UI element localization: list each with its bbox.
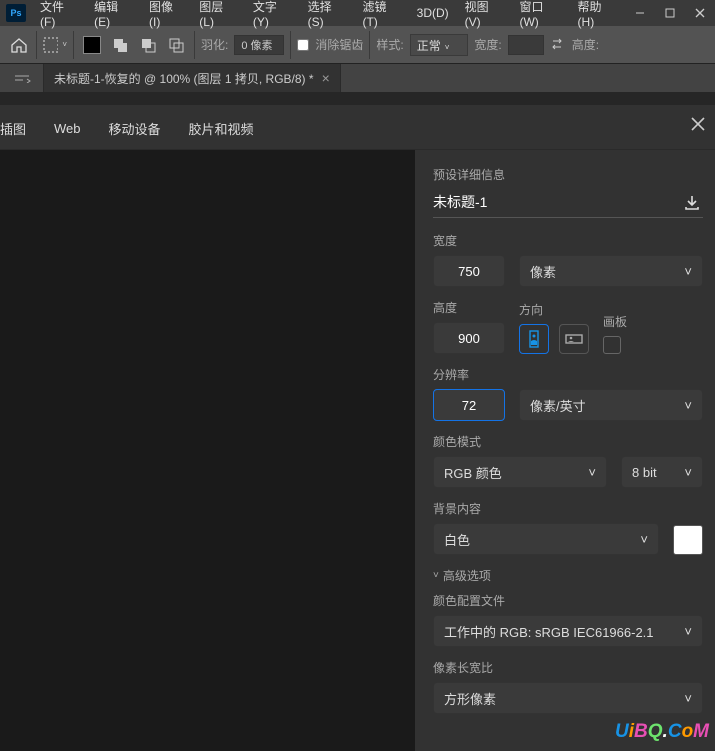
options-bar: ˅ 羽化: 消除锯齿 样式: 正常˅ 宽度: 高度: <box>0 26 715 64</box>
new-selection-icon[interactable] <box>80 33 104 57</box>
aspect-label: 像素长宽比 <box>433 659 703 676</box>
menu-select[interactable]: 选择(S) <box>300 0 355 26</box>
preset-details-panel: 预设详细信息 宽度 像素˅ 高度 方向 <box>415 150 715 751</box>
separator <box>36 31 37 59</box>
menu-view[interactable]: 视图(V) <box>457 0 512 26</box>
close-dialog-button[interactable] <box>687 113 709 135</box>
style-label: 样式: <box>376 36 403 53</box>
menu-3d[interactable]: 3D(D) <box>409 0 457 26</box>
antialias-label: 消除锯齿 <box>315 36 363 53</box>
tab-mobile[interactable]: 移动设备 <box>109 119 161 142</box>
menu-type[interactable]: 文字(Y) <box>245 0 300 26</box>
preset-preview-area <box>0 150 415 751</box>
chevron-down-icon: ˅ <box>445 43 450 52</box>
orientation-landscape[interactable] <box>559 324 589 354</box>
orientation-portrait[interactable] <box>519 324 549 354</box>
menu-image[interactable]: 图像(I) <box>141 0 191 26</box>
swap-icon[interactable] <box>550 37 566 53</box>
profile-label: 颜色配置文件 <box>433 592 703 609</box>
advanced-toggle[interactable]: ˅ 高级选项 <box>433 567 703 584</box>
background-select[interactable]: 白色˅ <box>433 523 659 555</box>
menu-file[interactable]: 文件(F) <box>32 0 86 26</box>
dialog-body: 预设详细信息 宽度 像素˅ 高度 方向 <box>0 149 715 751</box>
subtract-selection-icon[interactable] <box>136 33 160 57</box>
marquee-mode-icon[interactable]: ˅ <box>43 33 67 57</box>
intersect-selection-icon[interactable] <box>164 33 188 57</box>
tab-illustration[interactable]: 插图 <box>0 119 26 142</box>
background-label: 背景内容 <box>433 500 703 517</box>
width-label: 宽度: <box>474 36 501 53</box>
document-tab[interactable]: 未标题-1-恢复的 @ 100% (图层 1 拷贝, RGB/8) * × <box>44 64 341 92</box>
height-field[interactable] <box>433 322 505 354</box>
height-label: 高度: <box>572 36 599 53</box>
resolution-label: 分辨率 <box>433 366 703 383</box>
separator <box>369 31 370 59</box>
menubar: 文件(F) 编辑(E) 图像(I) 图层(L) 文字(Y) 选择(S) 滤镜(T… <box>32 0 625 26</box>
width-input[interactable] <box>508 35 544 55</box>
titlebar: Ps 文件(F) 编辑(E) 图像(I) 图层(L) 文字(Y) 选择(S) 滤… <box>0 0 715 26</box>
antialias-checkbox[interactable] <box>297 39 309 51</box>
home-icon[interactable] <box>8 34 30 56</box>
close-window-button[interactable] <box>685 0 715 26</box>
feather-label: 羽化: <box>201 36 228 53</box>
maximize-button[interactable] <box>655 0 685 26</box>
document-tab-title: 未标题-1-恢复的 @ 100% (图层 1 拷贝, RGB/8) * <box>54 70 314 87</box>
chevron-down-icon: ˅ <box>640 532 648 547</box>
resolution-field[interactable] <box>433 389 505 421</box>
new-document-dialog: 插图 Web 移动设备 胶片和视频 预设详细信息 宽度 像素˅ <box>0 105 715 751</box>
separator <box>290 31 291 59</box>
chevron-down-icon: ˅ <box>62 40 67 49</box>
color-mode-select[interactable]: RGB 颜色˅ <box>433 456 607 488</box>
tab-web[interactable]: Web <box>54 121 81 140</box>
feather-input[interactable] <box>234 35 284 55</box>
document-tabbar: 未标题-1-恢复的 @ 100% (图层 1 拷贝, RGB/8) * × <box>0 64 715 92</box>
watermark: UiBQ.CoM <box>615 721 709 743</box>
tab-film-video[interactable]: 胶片和视频 <box>189 119 254 142</box>
document-name-input[interactable] <box>433 194 681 210</box>
chevron-down-icon: ˅ <box>684 264 692 279</box>
style-select[interactable]: 正常˅ <box>410 34 469 56</box>
menu-edit[interactable]: 编辑(E) <box>86 0 141 26</box>
resolution-unit-select[interactable]: 像素/英寸˅ <box>519 389 703 421</box>
minimize-button[interactable] <box>625 0 655 26</box>
menu-window[interactable]: 窗口(W) <box>511 0 569 26</box>
separator <box>194 31 195 59</box>
chevron-down-icon: ˅ <box>684 624 692 639</box>
pixel-aspect-select[interactable]: 方形像素˅ <box>433 682 703 714</box>
artboard-label: 画板 <box>603 313 627 330</box>
preset-header: 预设详细信息 <box>433 166 703 183</box>
chevron-down-icon: ˅ <box>588 465 596 480</box>
bit-depth-select[interactable]: 8 bit˅ <box>621 456 703 488</box>
dialog-tabs: 插图 Web 移动设备 胶片和视频 <box>0 105 715 149</box>
chevron-down-icon: ˅ <box>684 398 692 413</box>
canvas-area <box>0 92 715 105</box>
menu-help[interactable]: 帮助(H) <box>570 0 625 26</box>
width-field[interactable] <box>433 255 505 287</box>
window-controls <box>625 0 715 26</box>
background-color-swatch[interactable] <box>673 525 703 555</box>
menu-filter[interactable]: 滤镜(T) <box>354 0 408 26</box>
selection-mode-group <box>80 33 188 57</box>
color-mode-label: 颜色模式 <box>433 433 703 450</box>
color-profile-select[interactable]: 工作中的 RGB: sRGB IEC61966-2.1˅ <box>433 615 703 647</box>
chevron-down-icon: ˅ <box>684 465 692 480</box>
height-field-label: 高度 <box>433 299 505 316</box>
save-preset-icon[interactable] <box>681 191 703 213</box>
orientation-label: 方向 <box>519 301 589 318</box>
separator <box>73 31 74 59</box>
panel-toggle-icon[interactable] <box>0 64 44 92</box>
add-selection-icon[interactable] <box>108 33 132 57</box>
width-unit-select[interactable]: 像素˅ <box>519 255 703 287</box>
menu-layer[interactable]: 图层(L) <box>191 0 245 26</box>
artboard-checkbox[interactable] <box>603 336 621 354</box>
chevron-down-icon: ˅ <box>433 570 439 581</box>
width-field-label: 宽度 <box>433 232 703 249</box>
chevron-down-icon: ˅ <box>684 691 692 706</box>
close-tab-icon[interactable]: × <box>322 70 330 86</box>
app-logo: Ps <box>6 4 26 22</box>
